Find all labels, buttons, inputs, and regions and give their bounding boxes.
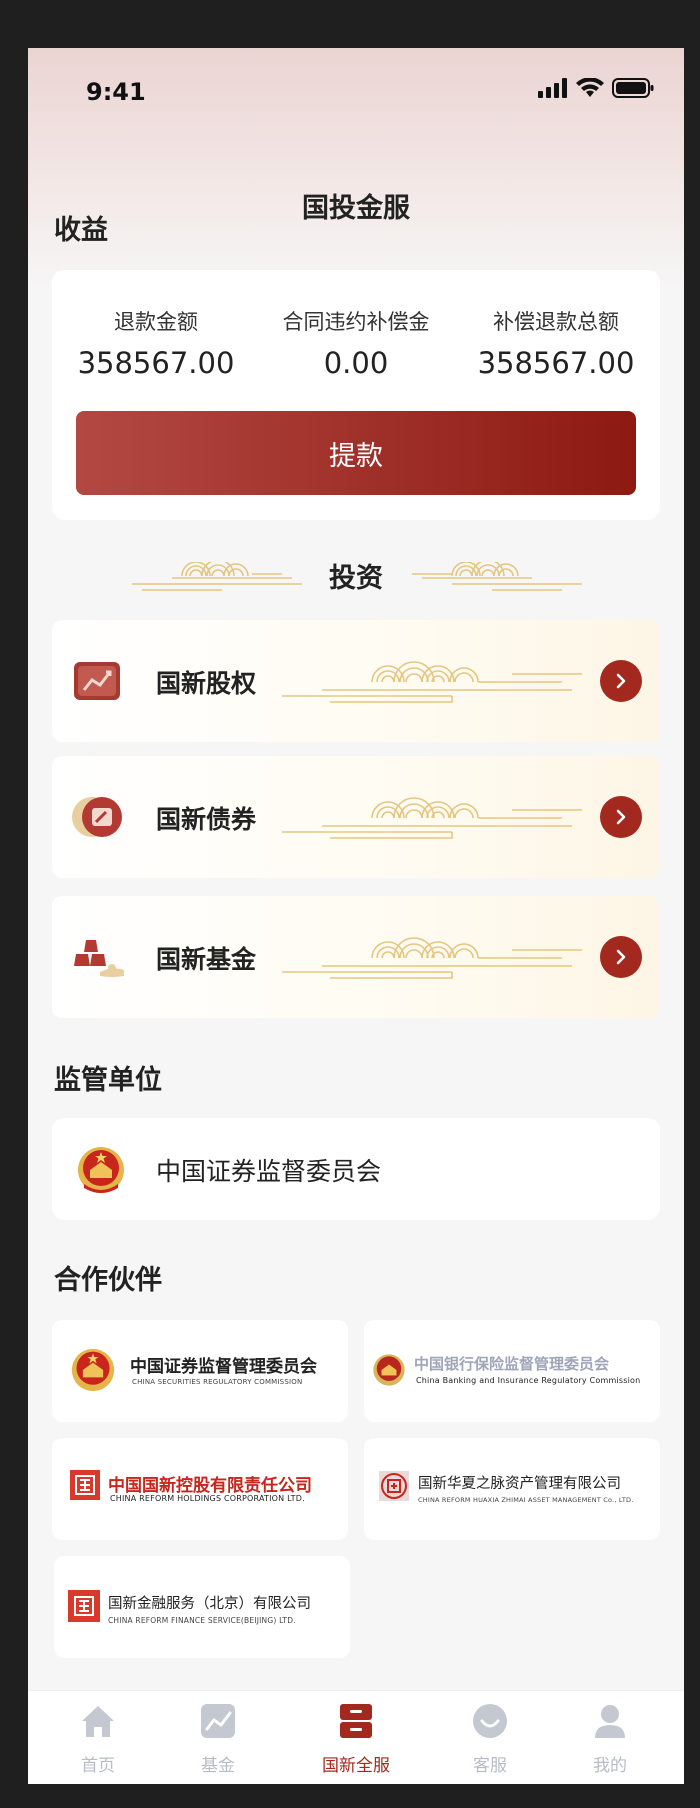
refund-amount: 退款金额 358567.00	[56, 306, 256, 380]
battery-icon	[612, 78, 654, 98]
profile-icon	[595, 1705, 625, 1738]
bottom-tab-bar: 首页 基金 国新全服 客服 我的	[28, 1690, 684, 1784]
partners-section-title: 合作伙伴	[54, 1258, 162, 1303]
partner-cn-name: 中国银行保险监督管理委员会	[414, 1355, 610, 1373]
partner-en-name: China Banking and Insurance Regulatory C…	[416, 1376, 641, 1385]
tab-home[interactable]: 首页	[38, 1701, 158, 1776]
partner-cn-name: 国新华夏之脉资产管理有限公司	[418, 1476, 621, 1492]
chevron-right-icon[interactable]	[600, 796, 642, 838]
investment-name-fund: 国新基金	[156, 945, 257, 974]
total-compensation: 补偿退款总额 358567.00	[456, 306, 656, 380]
tab-profile[interactable]: 我的	[550, 1701, 670, 1776]
partner-en-name: CHINA SECURITIES REGULATORY COMMISSION	[132, 1378, 303, 1386]
huaxia-seal-icon	[379, 1471, 409, 1501]
partner-csrc[interactable]: 中国证券监督管理委员会 CHINA SECURITIES REGULATORY …	[52, 1320, 348, 1422]
cloud-ornament-right	[412, 562, 582, 591]
tab-label: 我的	[593, 1756, 627, 1776]
cloud-ornament	[282, 797, 582, 839]
refund-amount-label: 退款金额	[114, 310, 198, 334]
investment-item-bond[interactable]: 国新债券	[52, 756, 660, 878]
regulator-card[interactable]: 中国证券监督委员会	[52, 1118, 660, 1220]
tab-label: 首页	[81, 1756, 115, 1776]
investment-item-fund[interactable]: 国新基金	[52, 896, 660, 1018]
signal-icon	[538, 78, 567, 98]
investment-name-equity: 国新股权	[156, 669, 257, 698]
investment-item-equity[interactable]: 国新股权	[52, 620, 660, 742]
tab-label: 基金	[201, 1756, 235, 1776]
earnings-card: 退款金额 358567.00 合同违约补偿金 0.00 补偿退款总额 35856…	[52, 270, 660, 520]
wifi-icon	[576, 78, 604, 97]
partner-china-reform-finance[interactable]: 国新金融服务（北京）有限公司 CHINA REFORM FINANCE SERV…	[54, 1556, 350, 1658]
tab-guoxin-service[interactable]: 国新全服	[296, 1701, 416, 1776]
tab-label: 客服	[473, 1756, 507, 1776]
customer-service-icon	[473, 1704, 507, 1738]
status-icons	[538, 78, 654, 98]
fund-chart-icon	[201, 1704, 235, 1738]
status-time: 9:41	[86, 78, 146, 106]
partner-en-name: CHINA REFORM FINANCE SERVICE(BEIJING) LT…	[108, 1616, 296, 1625]
chevron-right-icon[interactable]	[600, 936, 642, 978]
partner-en-name: CHINA REFORM HUAXIA ZHIMAI ASSET MANAGEM…	[418, 1496, 634, 1504]
contract-compensation-label: 合同违约补偿金	[282, 310, 430, 334]
earnings-title-text: 收益	[54, 215, 108, 246]
earnings-section-title: 收益	[54, 208, 114, 253]
regulator-name: 中国证券监督委员会	[156, 1157, 382, 1186]
chevron-right-icon[interactable]	[600, 660, 642, 702]
partner-cn-name: 中国国新控股有限责任公司	[108, 1476, 312, 1496]
tab-label: 国新全服	[322, 1756, 390, 1776]
cloud-ornament	[282, 661, 582, 703]
service-box-icon	[340, 1704, 372, 1738]
status-bar: 9:41	[28, 48, 684, 138]
refund-amount-value: 358567.00	[77, 346, 235, 380]
partner-cn-name: 国新金融服务（北京）有限公司	[108, 1596, 311, 1612]
withdraw-button[interactable]: 提款	[76, 411, 636, 495]
partner-huaxia-zhimai[interactable]: 国新华夏之脉资产管理有限公司 CHINA REFORM HUAXIA ZHIMA…	[364, 1438, 660, 1540]
investment-section-title: 投资	[329, 563, 383, 594]
page-title: 国投金服	[302, 193, 410, 224]
regulator-title-text: 监管单位	[54, 1065, 162, 1096]
contract-compensation: 合同违约补偿金 0.00	[256, 306, 456, 380]
partner-cbirc[interactable]: 中国银行保险监督管理委员会 China Banking and Insuranc…	[364, 1320, 660, 1422]
total-compensation-label: 补偿退款总额	[493, 310, 619, 334]
cloud-ornament	[282, 937, 582, 979]
fund-gold-icon	[74, 940, 124, 977]
partners-title-text: 合作伙伴	[54, 1265, 162, 1296]
home-icon	[82, 1706, 114, 1737]
partner-china-reform-holdings[interactable]: 中国国新控股有限责任公司 CHINA REFORM HOLDINGS CORPO…	[52, 1438, 348, 1540]
china-reform-logo-icon	[68, 1590, 100, 1622]
partner-cn-name: 中国证券监督管理委员会	[130, 1357, 317, 1377]
tab-customer-service[interactable]: 客服	[430, 1701, 550, 1776]
national-emblem-icon	[373, 1354, 405, 1386]
tab-fund[interactable]: 基金	[158, 1701, 278, 1776]
contract-compensation-value: 0.00	[323, 346, 389, 380]
investment-name-bond: 国新债券	[156, 805, 257, 834]
regulator-section-title: 监管单位	[54, 1058, 162, 1103]
equity-chart-icon	[74, 662, 120, 700]
china-reform-logo-icon	[70, 1470, 100, 1500]
partner-en-name: CHINA REFORM HOLDINGS CORPORATION LTD.	[110, 1494, 305, 1503]
national-emblem-icon	[78, 1147, 124, 1193]
bond-icon	[72, 797, 122, 837]
national-emblem-icon	[71, 1348, 115, 1392]
total-compensation-value: 358567.00	[477, 346, 635, 380]
phone-screen: 9:41 国投金服 收益 退款金额 358567.00 合同违约补偿金 0.00…	[28, 48, 684, 1784]
